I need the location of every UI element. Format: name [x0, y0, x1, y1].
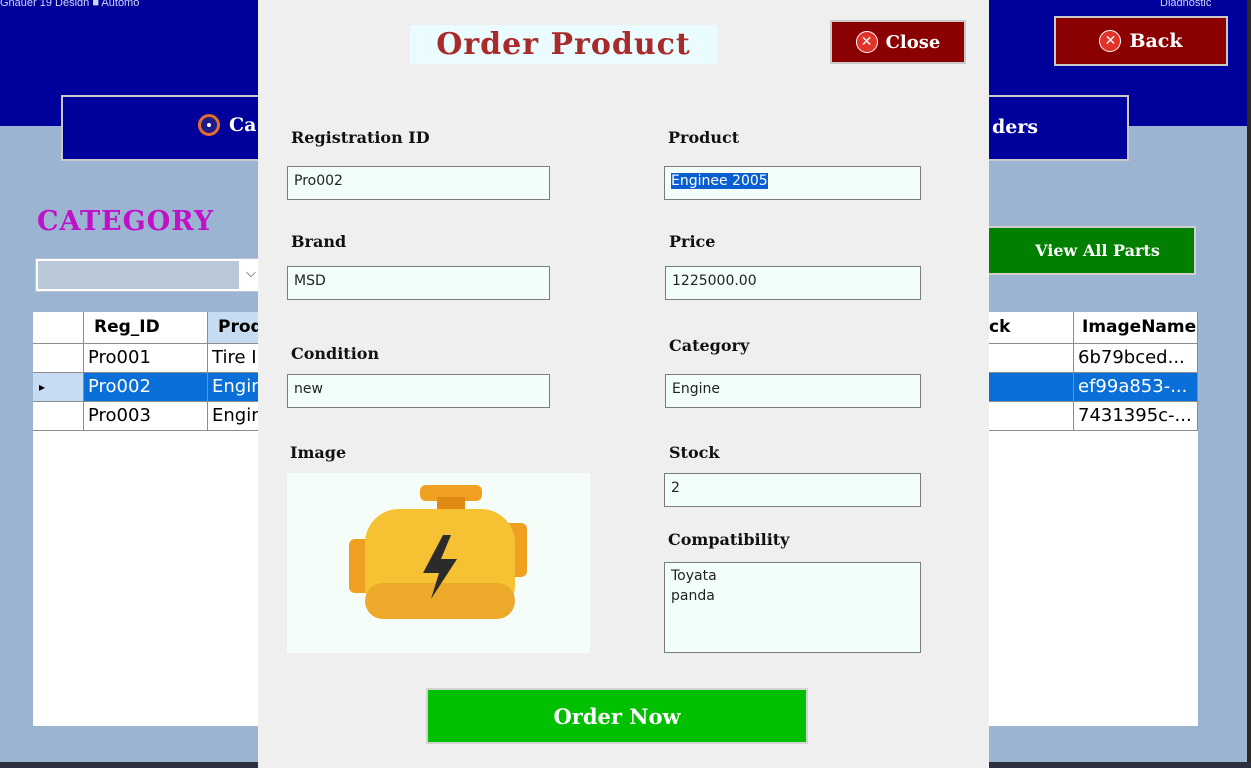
- brand-label: Brand: [291, 232, 347, 251]
- compatibility-textarea[interactable]: Toyata panda: [664, 562, 921, 653]
- category-combobox[interactable]: ⌵: [35, 258, 261, 292]
- engine-icon: [349, 485, 527, 619]
- close-circle-icon: ✕: [855, 31, 878, 53]
- compatibility-label: Compatibility: [668, 530, 790, 549]
- category-title: CATEGORY: [37, 206, 215, 237]
- back-button-label: Back: [1129, 30, 1183, 52]
- product-field[interactable]: Enginee 2005: [664, 166, 921, 200]
- row-header[interactable]: [33, 402, 84, 431]
- nav-orders-button[interactable]: ders: [992, 116, 1038, 138]
- stock-field[interactable]: 2: [664, 473, 921, 507]
- condition-field[interactable]: new: [287, 374, 550, 408]
- compatibility-line: panda: [671, 588, 715, 604]
- table-cell-image-name[interactable]: 6b79bced...: [1074, 344, 1198, 373]
- column-header-image-name[interactable]: ImageName: [1074, 312, 1198, 344]
- back-button[interactable]: ✕ Back: [1054, 16, 1228, 66]
- price-label: Price: [669, 232, 716, 251]
- chevron-down-icon[interactable]: ⌵: [246, 265, 256, 281]
- combobox-value: [38, 261, 239, 289]
- table-cell-image-name[interactable]: 7431395c-...: [1074, 402, 1198, 431]
- nav-category-label: Ca: [229, 114, 257, 136]
- category-field[interactable]: Engine: [665, 374, 921, 408]
- row-header-selected[interactable]: ▸: [33, 373, 84, 402]
- condition-label: Condition: [291, 344, 380, 363]
- price-field[interactable]: 1225000.00: [665, 266, 921, 300]
- product-field-value: Enginee 2005: [670, 172, 769, 190]
- row-header[interactable]: [33, 344, 84, 373]
- close-button-label: Close: [885, 31, 941, 53]
- nav-category-button[interactable]: Ca: [198, 114, 256, 136]
- view-all-parts-button[interactable]: View All Parts: [985, 226, 1196, 275]
- registration-id-field[interactable]: Pro002: [287, 166, 550, 200]
- table-cell-image-name[interactable]: ef99a853-...: [1074, 373, 1198, 402]
- taskbar-right-text: Diagnostic: [1160, 0, 1212, 6]
- product-label: Product: [668, 128, 740, 147]
- registration-id-label: Registration ID: [291, 128, 430, 147]
- close-button[interactable]: ✕ Close: [830, 20, 966, 64]
- steering-wheel-icon: [198, 114, 220, 136]
- compatibility-line: Toyata: [671, 568, 717, 584]
- close-circle-icon: ✕: [1099, 30, 1122, 52]
- category-label: Category: [669, 336, 750, 355]
- column-header-reg-id[interactable]: Reg_ID: [84, 312, 208, 344]
- order-now-button[interactable]: Order Now: [426, 688, 808, 744]
- taskbar-left-text: Gnauer 19 Design ■ Automo: [0, 0, 140, 6]
- dialog-title: Order Product: [410, 25, 717, 64]
- table-cell-reg-id[interactable]: Pro002: [84, 373, 208, 402]
- window-edge: [1247, 0, 1251, 768]
- table-cell-reg-id[interactable]: Pro003: [84, 402, 208, 431]
- image-label: Image: [290, 443, 347, 462]
- brand-field[interactable]: MSD: [287, 266, 550, 300]
- table-cell-reg-id[interactable]: Pro001: [84, 344, 208, 373]
- product-image: [287, 473, 590, 653]
- grid-row-header-corner: [33, 312, 84, 344]
- stock-label: Stock: [669, 443, 720, 462]
